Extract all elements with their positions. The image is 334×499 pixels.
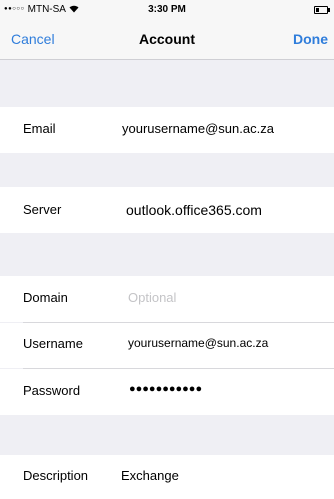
battery-icon <box>314 6 330 14</box>
server-row[interactable]: Server outlook.office365.com <box>0 187 334 233</box>
email-row[interactable]: Email yourusername@sun.ac.za <box>0 107 334 153</box>
page-title: Account <box>139 31 195 47</box>
password-field[interactable]: ●●●●●●●●●●● <box>129 383 202 395</box>
status-bar: ●●○○○ MTN-SA 3:30 PM <box>0 0 334 20</box>
description-row[interactable]: Description Exchange <box>0 455 334 499</box>
password-row[interactable]: Password ●●●●●●●●●●● <box>0 369 334 415</box>
domain-row[interactable]: Domain Optional <box>0 276 334 322</box>
done-button[interactable]: Done <box>293 31 328 47</box>
domain-label: Domain <box>23 290 68 305</box>
description-field[interactable]: Exchange <box>121 468 179 483</box>
server-label: Server <box>23 202 62 217</box>
username-field[interactable]: yourusername@sun.ac.za <box>128 336 268 350</box>
username-row[interactable]: Username yourusername@sun.ac.za <box>0 323 334 368</box>
username-label: Username <box>23 336 83 351</box>
navigation-bar: Cancel Account Done <box>0 20 334 60</box>
description-label: Description <box>23 468 89 483</box>
password-label: Password <box>23 383 81 398</box>
status-time: 3:30 PM <box>148 4 186 15</box>
email-field[interactable]: yourusername@sun.ac.za <box>122 121 274 136</box>
email-label: Email <box>23 121 56 136</box>
domain-field[interactable]: Optional <box>128 290 176 305</box>
server-field[interactable]: outlook.office365.com <box>126 202 262 218</box>
